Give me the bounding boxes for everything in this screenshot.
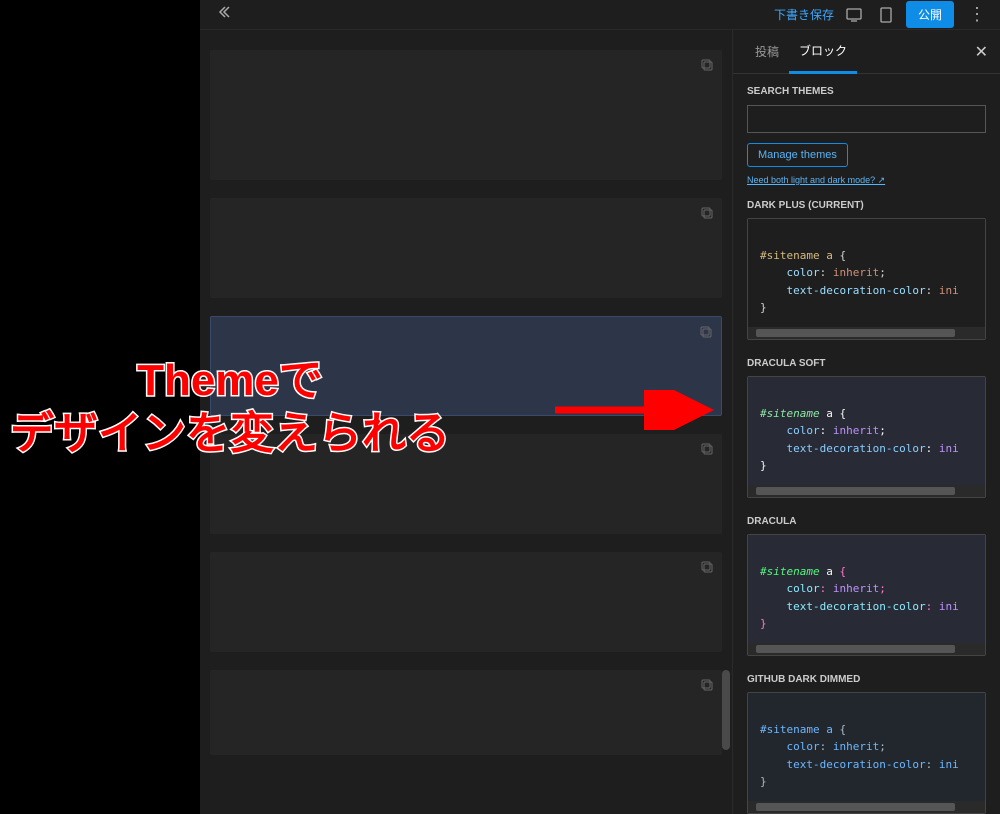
copy-icon[interactable] — [700, 560, 714, 579]
editor-canvas[interactable] — [200, 30, 732, 814]
desktop-view-icon[interactable] — [842, 3, 866, 27]
theme-label: DARK PLUS (CURRENT) — [747, 200, 986, 211]
copy-icon[interactable] — [700, 58, 714, 77]
code-block[interactable] — [210, 198, 722, 298]
more-options-button[interactable]: ⋮ — [962, 4, 992, 25]
theme-dracula: DRACULA #sitename a { color: inherit; te… — [747, 516, 986, 656]
save-draft-button[interactable]: 下書き保存 — [774, 6, 834, 23]
copy-icon[interactable] — [699, 325, 713, 344]
theme-scrollbar[interactable] — [748, 327, 985, 339]
theme-draculasoft: DRACULA SOFT #sitename a { color: inheri… — [747, 358, 986, 498]
manage-themes-button[interactable]: Manage themes — [747, 143, 848, 167]
help-link[interactable]: Need both light and dark mode? ↗ — [747, 175, 986, 186]
theme-label: DRACULA — [747, 516, 986, 527]
main-area: 投稿 ブロック ✕ SEARCH THEMES Manage themes Ne… — [200, 30, 1000, 814]
topbar: 下書き保存 公開 ⋮ — [200, 0, 1000, 30]
theme-preview-darkplus[interactable]: #sitename a { color: inherit; text-decor… — [747, 218, 986, 340]
settings-sidebar: 投稿 ブロック ✕ SEARCH THEMES Manage themes Ne… — [732, 30, 1000, 814]
tablet-view-icon[interactable] — [874, 3, 898, 27]
search-themes-label: SEARCH THEMES — [747, 86, 986, 97]
theme-preview-draculasoft[interactable]: #sitename a { color: inherit; text-decor… — [747, 376, 986, 498]
theme-label: DRACULA SOFT — [747, 358, 986, 369]
theme-scrollbar[interactable] — [748, 801, 985, 813]
theme-preview-ghdark[interactable]: #sitename a { color: inherit; text-decor… — [747, 692, 986, 814]
theme-preview-dracula[interactable]: #sitename a { color: inherit; text-decor… — [747, 534, 986, 656]
theme-label: GITHUB DARK DIMMED — [747, 674, 986, 685]
theme-scrollbar[interactable] — [748, 643, 985, 655]
sidebar-content: SEARCH THEMES Manage themes Need both li… — [733, 74, 1000, 814]
theme-darkplus: DARK PLUS (CURRENT) #sitename a { color:… — [747, 200, 986, 340]
copy-icon[interactable] — [700, 442, 714, 461]
code-block[interactable] — [210, 50, 722, 180]
copy-icon[interactable] — [700, 206, 714, 225]
tab-post[interactable]: 投稿 — [745, 31, 789, 72]
editor-app: 下書き保存 公開 ⋮ — [200, 0, 1000, 814]
code-block[interactable] — [210, 670, 722, 755]
collapse-sidebar-button[interactable] — [208, 0, 240, 29]
theme-scrollbar[interactable] — [748, 485, 985, 497]
sidebar-tabs: 投稿 ブロック ✕ — [733, 30, 1000, 74]
publish-button[interactable]: 公開 — [906, 1, 954, 28]
tab-block[interactable]: ブロック — [789, 30, 857, 74]
copy-icon[interactable] — [700, 678, 714, 697]
code-block[interactable] — [210, 434, 722, 534]
code-block-selected[interactable] — [210, 316, 722, 416]
theme-ghdark: GITHUB DARK DIMMED #sitename a { color: … — [747, 674, 986, 814]
close-sidebar-button[interactable]: ✕ — [975, 42, 988, 62]
search-themes-input[interactable] — [747, 105, 986, 133]
code-block[interactable] — [210, 552, 722, 652]
editor-scrollbar[interactable] — [722, 670, 730, 750]
